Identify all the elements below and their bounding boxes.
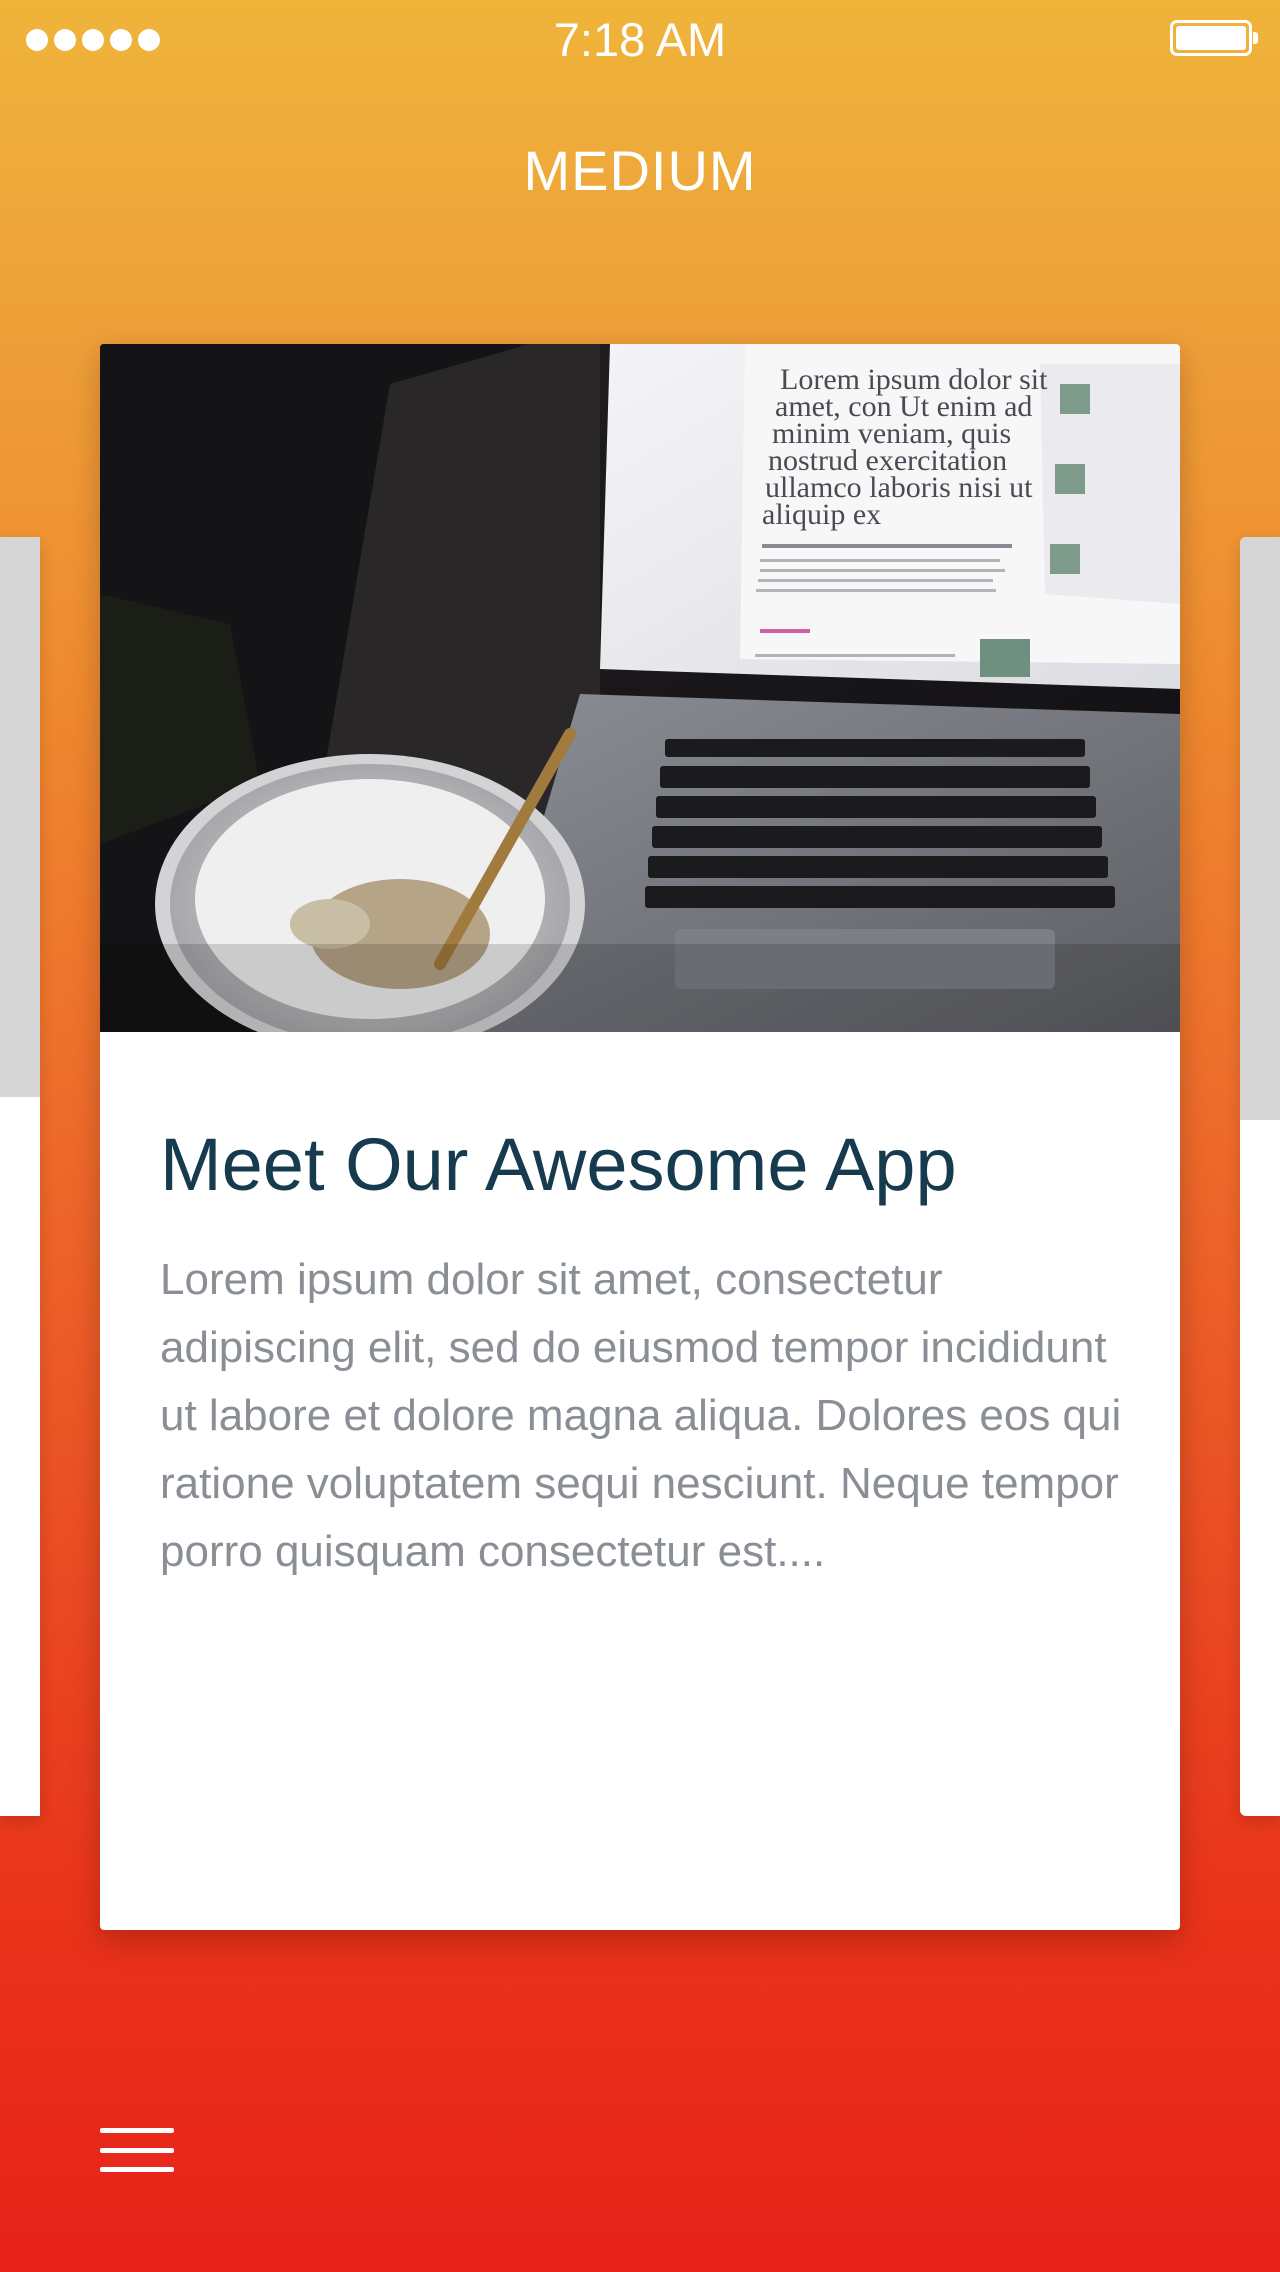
next-card[interactable] bbox=[1240, 537, 1280, 1816]
previous-card[interactable] bbox=[0, 537, 40, 1816]
article-description: Lorem ipsum dolor sit amet, consectetur … bbox=[160, 1255, 1122, 1576]
article-title[interactable]: Meet Our Awesome App bbox=[160, 1121, 1140, 1210]
battery-icon bbox=[1170, 20, 1258, 56]
hamburger-menu-icon[interactable] bbox=[100, 2128, 174, 2172]
status-time: 7:18 AM bbox=[553, 13, 727, 66]
article-image: Lorem ipsum dolor sit amet, con Ut enim … bbox=[100, 344, 1180, 1032]
svg-text:aliquip ex: aliquip ex bbox=[762, 498, 881, 531]
status-bar: 7:18 AM bbox=[0, 0, 1280, 80]
page-title: MEDIUM bbox=[523, 139, 757, 202]
next-card-image bbox=[1240, 537, 1280, 1120]
previous-card-image bbox=[0, 537, 40, 1097]
article-card[interactable]: Lorem ipsum dolor sit amet, con Ut enim … bbox=[100, 344, 1180, 1930]
